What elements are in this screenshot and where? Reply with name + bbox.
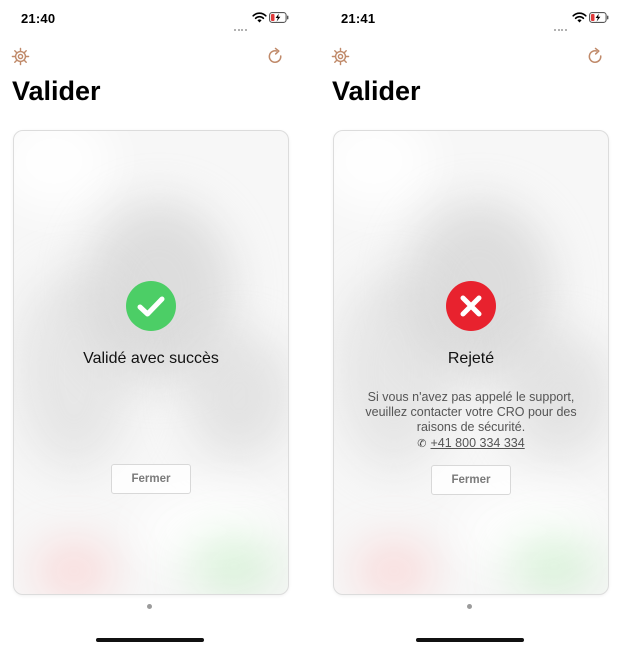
close-x-icon [460,295,482,317]
wifi-icon [252,12,267,23]
status-time: 21:41 [341,11,376,26]
screen-validation-rejected: 21:41 Valider Rejeté Si vous n'avez pas … [320,0,620,650]
wifi-icon [572,12,587,23]
result-card: Validé avec succès Fermer [13,130,289,595]
gear-icon[interactable] [331,47,350,66]
card-background-blur [34,541,114,594]
screen-validation-success: 21:40 Valider Validé avec succès Fermer [0,0,300,650]
security-info-text: Si vous n'avez pas appelé le support, ve… [365,390,577,434]
card-background-blur [509,536,599,594]
page-title: Valider [12,76,101,106]
status-message: Validé avec succès [83,350,219,367]
page-indicator-dot [467,604,472,609]
page-title: Valider [332,76,421,106]
card-background-blur [189,536,279,594]
close-button[interactable]: Fermer [111,464,191,494]
refresh-icon[interactable] [266,47,285,66]
support-phone-line: ✆ +41 800 334 334 [334,436,608,450]
battery-charging-icon [269,12,289,23]
home-indicator[interactable] [416,638,524,642]
card-background-blur [334,131,434,211]
status-time: 21:40 [21,11,56,26]
status-bar: 21:41 [320,0,620,36]
success-status-icon [126,281,176,331]
signal-strength-icon [554,18,568,36]
close-button[interactable]: Fermer [431,465,511,495]
error-status-icon [446,281,496,331]
card-background-blur [354,541,434,594]
card-background-blur [14,271,134,471]
phone-icon: ✆ [417,438,427,450]
status-message: Rejeté [447,350,495,367]
battery-charging-icon [589,12,609,23]
signal-strength-icon [234,18,248,36]
refresh-icon[interactable] [586,47,605,66]
home-indicator[interactable] [96,638,204,642]
card-background-blur [14,131,114,211]
status-bar: 21:40 [0,0,300,36]
result-card: Rejeté Si vous n'avez pas appelé le supp… [333,130,609,595]
page-indicator-dot [147,604,152,609]
checkmark-icon [137,296,165,317]
support-phone-link[interactable]: +41 800 334 334 [431,436,525,450]
gear-icon[interactable] [11,47,30,66]
